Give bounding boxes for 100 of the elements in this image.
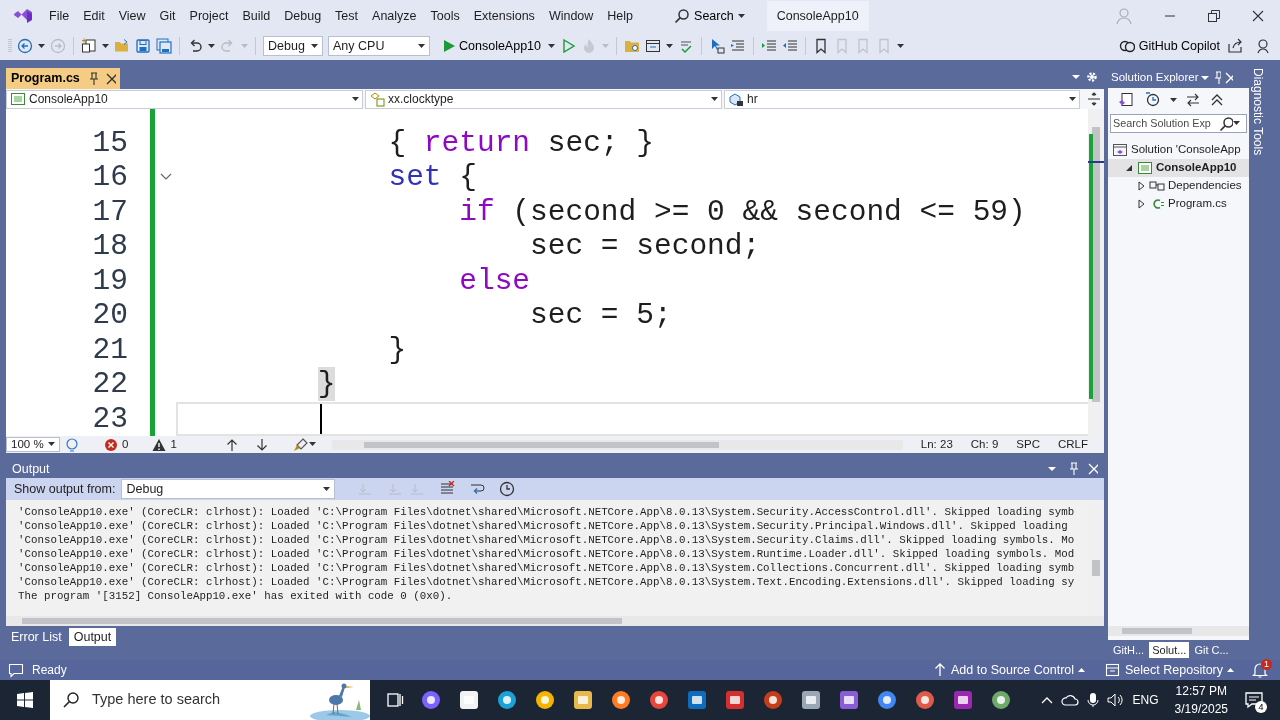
clock-date[interactable]: 3/19/2025	[1174, 700, 1228, 718]
menu-item[interactable]: Debug	[277, 6, 329, 26]
caret-icon[interactable]	[666, 43, 673, 49]
tree-item[interactable]: Dependencies	[1108, 177, 1249, 195]
taskbar-app-icon[interactable]	[686, 689, 708, 711]
caret-icon[interactable]	[1170, 97, 1177, 103]
collapsed-icon[interactable]	[1136, 199, 1146, 209]
down-arrow-icon[interactable]	[254, 437, 269, 452]
taskbar-app-icon[interactable]	[876, 689, 898, 711]
menu-item[interactable]: Help	[600, 6, 641, 26]
close-button[interactable]	[1251, 9, 1265, 23]
vs-logo-icon[interactable]	[12, 7, 34, 25]
copilot-button[interactable]: GitHub Copilot	[1116, 36, 1222, 56]
brush-icon[interactable]	[292, 436, 309, 453]
warning-icon[interactable]	[152, 437, 167, 452]
start-without-debugging-icon[interactable]	[560, 38, 576, 54]
menu-item[interactable]: File	[42, 6, 77, 26]
taskbar-app-icon[interactable]	[458, 689, 480, 711]
select-repository-button[interactable]: Select Repository	[1103, 660, 1236, 680]
scrollbar[interactable]	[1108, 626, 1249, 636]
menu-item[interactable]: Analyze	[365, 6, 424, 26]
output-source-dropdown[interactable]: Debug	[121, 479, 336, 499]
menu-item[interactable]: Tools	[423, 6, 467, 26]
taskbar-app-icon[interactable]	[914, 689, 936, 711]
word-wrap-icon[interactable]	[469, 481, 486, 497]
menu-item[interactable]: View	[111, 6, 153, 26]
menu-item[interactable]: Git	[152, 6, 183, 26]
taskbar-app-icon[interactable]	[838, 689, 860, 711]
error-icon[interactable]	[104, 437, 118, 452]
menu-item[interactable]: Build	[235, 6, 278, 26]
share-icon[interactable]	[1227, 38, 1243, 54]
folder-search-icon[interactable]	[624, 38, 640, 54]
search-button[interactable]: Search	[668, 4, 751, 28]
clock-time[interactable]: 12:57 PM	[1175, 682, 1227, 700]
menu-item[interactable]: Test	[328, 6, 366, 26]
platform-dropdown[interactable]: Any CPU	[328, 36, 430, 56]
taskbar-app-icon[interactable]	[724, 689, 746, 711]
search-bar[interactable]: Type here to search	[50, 680, 370, 720]
list-icon[interactable]	[730, 38, 746, 54]
save-all-icon[interactable]	[156, 38, 172, 54]
save-icon[interactable]	[135, 38, 151, 54]
output-window-icon[interactable]	[8, 662, 24, 678]
speaker-icon[interactable]	[1106, 692, 1125, 708]
tree-item[interactable]: Program.cs	[1108, 195, 1249, 213]
collapsed-icon[interactable]	[1136, 181, 1146, 191]
close-icon[interactable]	[1086, 461, 1098, 477]
taskbar-app-icon[interactable]	[952, 689, 974, 711]
clear-all-icon[interactable]	[439, 481, 456, 497]
taskbar-app-icon[interactable]	[496, 689, 518, 711]
search-field[interactable]: Search Solution Exp	[1110, 114, 1247, 133]
caret-icon[interactable]	[897, 43, 904, 49]
cloud-icon[interactable]	[1060, 693, 1079, 707]
language-indicator[interactable]: ENG	[1132, 691, 1159, 709]
grip-handle[interactable]	[8, 38, 12, 54]
menu-item[interactable]: Window	[541, 6, 601, 26]
caret-icon[interactable]	[38, 43, 45, 49]
taskbar-app-icon[interactable]	[534, 689, 556, 711]
menu-item[interactable]: Edit	[76, 6, 112, 26]
type-dropdown[interactable]: xx.clocktype	[365, 89, 722, 109]
scrollbar[interactable]	[331, 439, 903, 450]
start-button[interactable]: ConsoleApp10	[439, 36, 543, 56]
pointer-icon[interactable]	[709, 38, 725, 54]
tree-item[interactable]: Solution 'ConsoleApp	[1108, 141, 1249, 159]
restore-button[interactable]	[1207, 9, 1221, 23]
caret-icon[interactable]	[102, 43, 109, 49]
taskbar-app-icon[interactable]	[990, 689, 1012, 711]
scrollbar[interactable]	[1088, 109, 1104, 436]
panel-tab[interactable]: Solut...	[1149, 641, 1190, 659]
member-dropdown[interactable]: hr	[724, 89, 1080, 109]
switch-view-icon[interactable]	[1118, 92, 1136, 108]
back-icon[interactable]	[17, 38, 33, 54]
document-tab[interactable]: Program.cs	[6, 68, 120, 89]
taskbar-app-icon[interactable]	[420, 689, 442, 711]
warning-count[interactable]: 1	[170, 435, 177, 454]
new-project-icon[interactable]	[81, 38, 97, 54]
caret-icon[interactable]	[208, 43, 215, 49]
split-icon[interactable]	[1086, 91, 1102, 107]
indent-icon[interactable]	[761, 38, 777, 54]
error-count[interactable]: 0	[122, 435, 129, 454]
window-icon[interactable]	[645, 38, 661, 54]
configuration-dropdown[interactable]: Debug	[263, 36, 323, 56]
zoom-dropdown[interactable]: 100 %	[6, 437, 60, 452]
taskbar-app-icon[interactable]	[572, 689, 594, 711]
notifications-icon[interactable]	[1244, 691, 1264, 709]
clock-icon[interactable]	[499, 481, 516, 497]
expanded-icon[interactable]	[1124, 163, 1134, 173]
microphone-icon[interactable]	[1086, 692, 1099, 708]
add-to-source-control-button[interactable]: Add to Source Control	[931, 660, 1088, 680]
collapse-all-icon[interactable]	[1209, 92, 1225, 108]
bell-icon[interactable]	[1252, 662, 1268, 678]
panel-tab[interactable]: Output	[68, 628, 117, 646]
project-dropdown[interactable]: ConsoleApp10	[6, 89, 363, 109]
spell-check-icon[interactable]	[678, 38, 694, 54]
caret-icon[interactable]	[548, 43, 555, 49]
taskbar-app-icon[interactable]	[610, 689, 632, 711]
tree-item[interactable]: ConsoleApp10	[1108, 159, 1249, 177]
caret-icon[interactable]	[308, 442, 316, 447]
scrollbar[interactable]	[6, 616, 1104, 626]
hint-icon[interactable]	[64, 436, 80, 453]
bookmark-icon[interactable]	[813, 38, 829, 54]
